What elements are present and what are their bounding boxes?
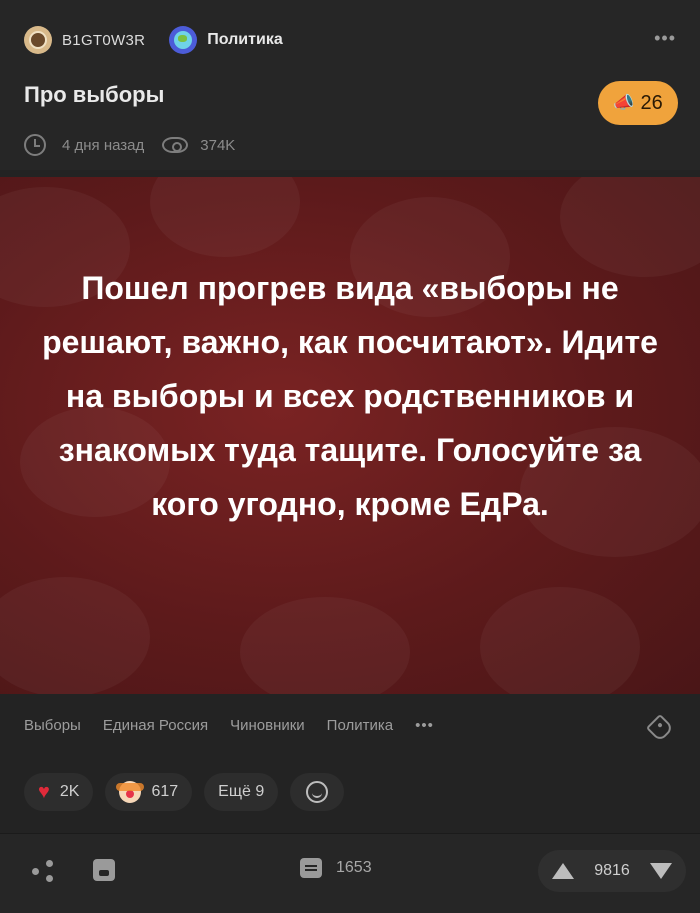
tag-officials[interactable]: Чиновники (230, 717, 305, 734)
tags-row: Выборы Единая Россия Чиновники Политика … (24, 717, 434, 734)
vote-count: 9816 (594, 862, 630, 879)
post-meta: 4 дня назад 374K (24, 134, 235, 156)
comments-count: 1653 (336, 859, 372, 876)
reaction-heart[interactable]: ♥ 2K (24, 773, 94, 811)
share-icon[interactable] (32, 860, 54, 882)
comment-icon (300, 858, 322, 878)
add-emoji-icon (306, 781, 329, 803)
post-date: 4 дня назад (62, 136, 145, 154)
author-avatar[interactable] (24, 26, 52, 54)
comments-button[interactable]: 1653 (300, 858, 372, 878)
author-row: B1GT0W3R Политика (24, 24, 283, 56)
megaphone-icon: 📣 (613, 93, 635, 112)
add-reaction-button[interactable] (290, 773, 345, 811)
heart-icon: ♥ (38, 780, 50, 803)
rating-badge-value: 26 (640, 91, 663, 114)
reaction-heart-count: 2K (59, 783, 80, 800)
upvote-icon[interactable] (552, 863, 574, 879)
post-title[interactable]: Про выборы (24, 82, 164, 108)
community-name[interactable]: Политика (207, 31, 282, 49)
post-footer: 1653 9816 (0, 834, 700, 913)
downvote-icon[interactable] (650, 863, 672, 879)
reaction-clown-count: 617 (151, 783, 179, 800)
clock-icon (24, 134, 46, 156)
tags-more-button[interactable]: ••• (415, 717, 434, 734)
reactions-row: ♥ 2K 617 Ещё 9 (24, 773, 345, 811)
reaction-clown[interactable]: 617 (105, 773, 193, 811)
post-header: B1GT0W3R Политика ••• Про выборы 📣 26 4 … (0, 0, 700, 170)
tag-icon[interactable] (645, 713, 675, 743)
tag-politics[interactable]: Политика (327, 717, 393, 734)
more-reactions-button[interactable]: Ещё 9 (204, 773, 279, 811)
eye-icon (162, 137, 189, 153)
rating-badge[interactable]: 📣 26 (598, 81, 678, 125)
tag-united-russia[interactable]: Единая Россия (103, 717, 208, 734)
author-name[interactable]: B1GT0W3R (62, 32, 145, 49)
save-icon[interactable] (93, 859, 115, 881)
view-count: 374K (200, 136, 236, 154)
image-caption: Пошел прогрев вида «выборы не решают, ва… (42, 270, 658, 522)
more-reactions-label: Ещё 9 (218, 783, 265, 800)
post-image[interactable]: Пошел прогрев вида «выборы не решают, ва… (0, 177, 700, 694)
more-options-button[interactable]: ••• (654, 28, 676, 49)
vote-control: 9816 (538, 850, 686, 892)
tag-elections[interactable]: Выборы (24, 717, 81, 734)
clown-icon (116, 781, 145, 803)
community-globe-icon[interactable] (169, 26, 198, 54)
